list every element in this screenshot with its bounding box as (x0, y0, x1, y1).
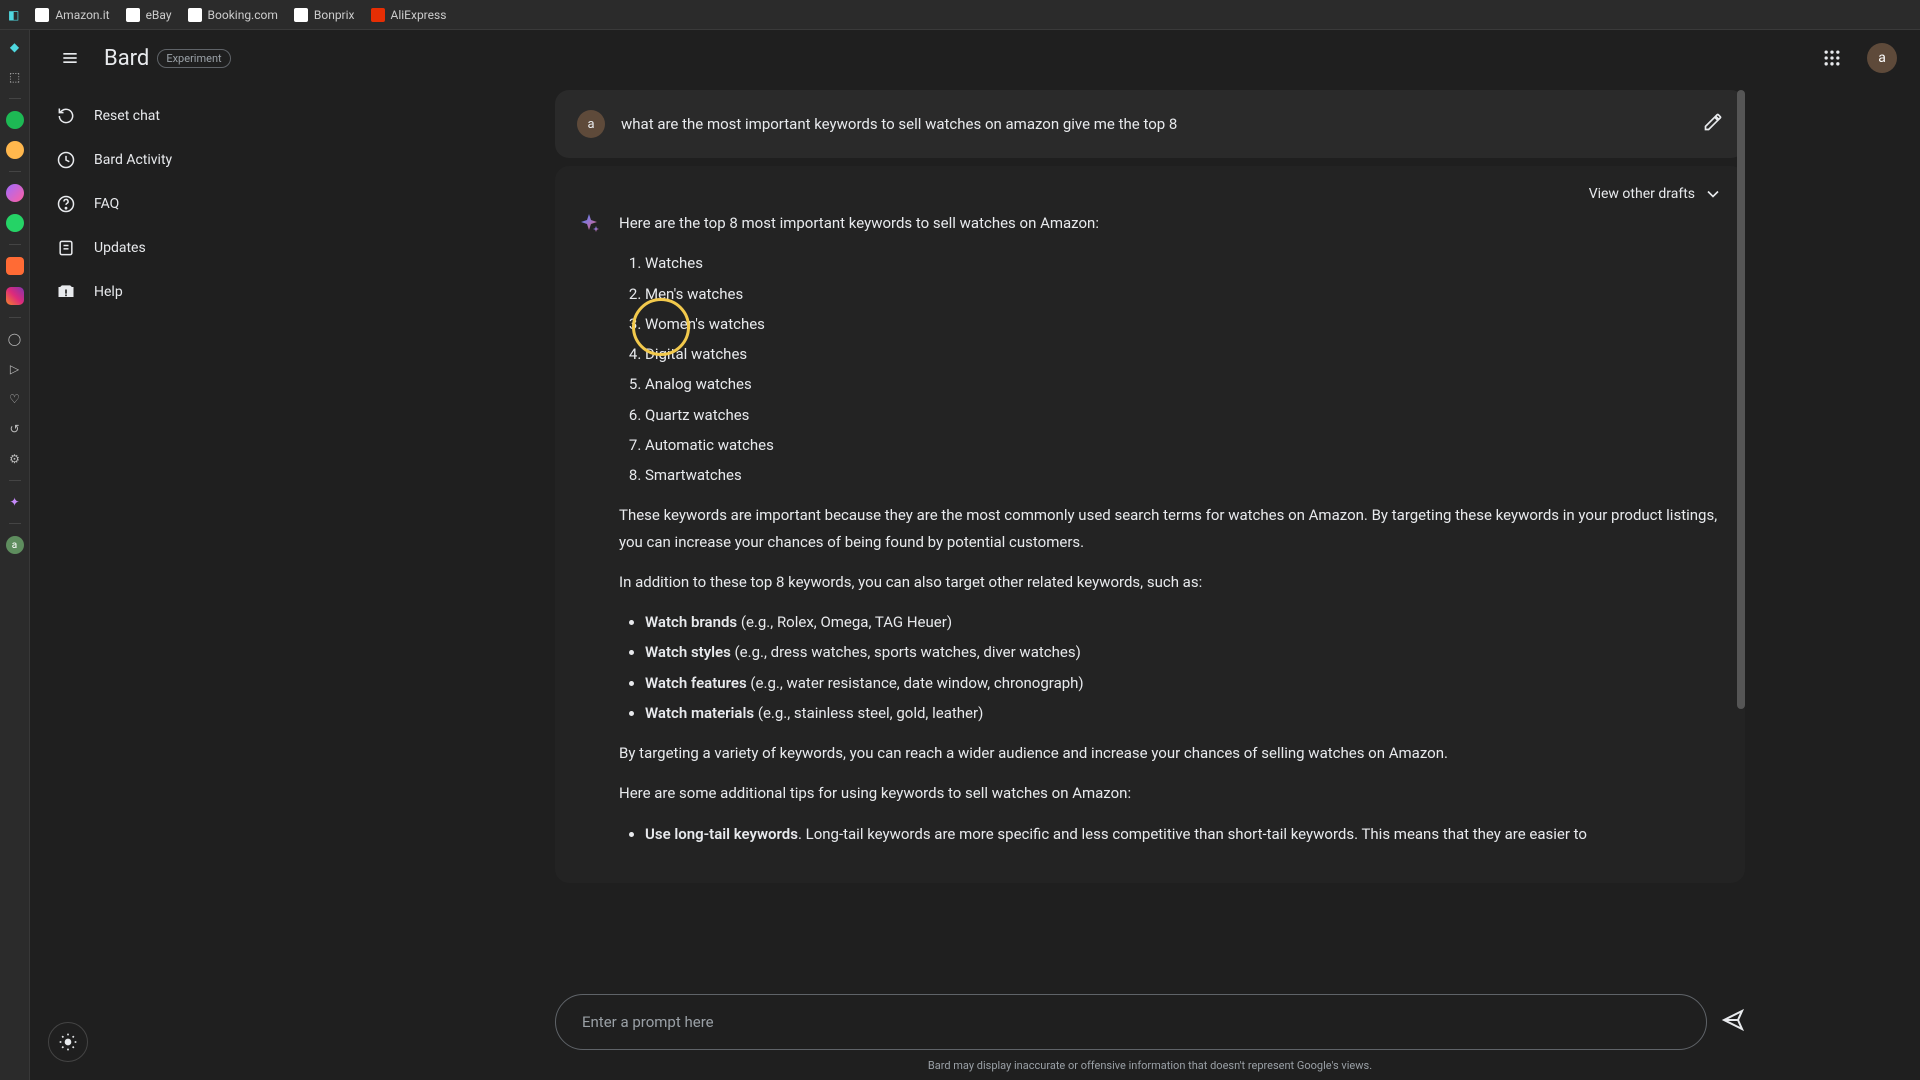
sidebar-item-label: FAQ (94, 196, 119, 212)
response-card: View other drafts Here are the top 8 mos… (555, 166, 1745, 883)
keyword-list: Watches Men's watches Women's watches Digit… (645, 250, 1723, 488)
rail-app-icon[interactable] (6, 141, 24, 159)
prompt-input[interactable]: Enter a prompt here (555, 994, 1707, 1050)
experiment-badge: Experiment (157, 49, 230, 68)
related-keyword-list: Watch brands (e.g., Rolex, Omega, TAG He… (645, 609, 1723, 726)
google-apps-button[interactable] (1814, 40, 1850, 76)
avatar-initial: a (1867, 43, 1897, 73)
related-list-item: Watch styles (e.g., dress watches, sport… (645, 639, 1723, 665)
bookmark-item[interactable]: Booking.com (188, 8, 278, 22)
response-intro: Here are the top 8 most important keywor… (619, 210, 1723, 236)
related-list-item: Watch materials (e.g., stainless steel, … (645, 700, 1723, 726)
rail-play-icon[interactable]: ▷ (6, 360, 24, 378)
rail-history-icon[interactable]: ↺ (6, 420, 24, 438)
response-text: Here are the top 8 most important keywor… (619, 210, 1723, 861)
sidebar-item-label: Reset chat (94, 108, 160, 124)
reset-icon (56, 106, 76, 126)
rail-instagram-icon[interactable] (6, 287, 24, 305)
response-paragraph: These keywords are important because the… (619, 502, 1723, 555)
faq-icon (56, 194, 76, 214)
keyword-list-item: Men's watches (645, 281, 1723, 307)
rail-sparkle-icon[interactable]: ✦ (6, 493, 24, 511)
rail-home-icon[interactable]: ◆ (6, 38, 24, 56)
sidebar-item-reset-chat[interactable]: Reset chat (38, 96, 372, 136)
sidebar-item-label: Bard Activity (94, 152, 172, 168)
chat-scroll-area[interactable]: a what are the most important keywords t… (555, 90, 1745, 974)
updates-icon (56, 238, 76, 258)
user-message-row: a what are the most important keywords t… (555, 90, 1745, 158)
bookmark-label: Amazon.it (55, 8, 109, 22)
rail-whatsapp-icon[interactable] (6, 214, 24, 232)
browser-left-rail: ◆ ⬚ ◯ ▷ ♡ ↺ ⚙ ✦ a (0, 30, 30, 1080)
keyword-list-item: Automatic watches (645, 432, 1723, 458)
sidebar-item-label: Updates (94, 240, 146, 256)
help-icon (56, 282, 76, 302)
app-title-text: Bard (104, 46, 149, 71)
rail-messenger-icon[interactable] (6, 184, 24, 202)
disclaimer-text: Bard may display inaccurate or offensive… (928, 1059, 1372, 1072)
user-avatar: a (577, 110, 605, 138)
keyword-list-item: Digital watches (645, 341, 1723, 367)
activity-icon (56, 150, 76, 170)
sidebar-item-updates[interactable]: Updates (38, 228, 372, 268)
keyword-list-item: Analog watches (645, 371, 1723, 397)
bookmark-item[interactable]: eBay (126, 8, 172, 22)
bookmark-item[interactable]: Bonprix (294, 8, 355, 22)
pencil-icon (1703, 112, 1723, 132)
sidebar-item-faq[interactable]: FAQ (38, 184, 372, 224)
scrollbar-thumb[interactable] (1737, 90, 1745, 709)
tip-list-item: Use long-tail keywords. Long-tail keywor… (645, 821, 1723, 847)
bookmark-item[interactable]: Amazon.it (35, 8, 109, 22)
keyword-list-item: Watches (645, 250, 1723, 276)
view-drafts-label: View other drafts (1589, 186, 1695, 202)
rail-app-icon[interactable] (6, 111, 24, 129)
keyword-list-item: Women's watches (645, 311, 1723, 337)
app-header: Bard Experiment a (30, 30, 1920, 86)
rail-app-icon[interactable] (6, 257, 24, 275)
rail-heart-icon[interactable]: ♡ (6, 390, 24, 408)
bookmark-label: Booking.com (208, 8, 278, 22)
sidebar-toggle-icon[interactable]: ◧ (8, 8, 19, 22)
related-list-item: Watch features (e.g., water resistance, … (645, 670, 1723, 696)
bookmark-label: Bonprix (314, 8, 355, 22)
menu-button[interactable] (50, 38, 90, 78)
sidebar-item-bard-activity[interactable]: Bard Activity (38, 140, 372, 180)
sidebar-item-help[interactable]: Help (38, 272, 372, 312)
bookmark-item[interactable]: AliExpress (371, 8, 447, 22)
rail-avatar-icon[interactable]: a (6, 536, 24, 554)
rail-clock-icon[interactable]: ◯ (6, 330, 24, 348)
account-avatar-button[interactable]: a (1864, 40, 1900, 76)
prompt-input-row: Enter a prompt here (555, 994, 1745, 1050)
keyword-list-item: Quartz watches (645, 402, 1723, 428)
edit-prompt-button[interactable] (1703, 112, 1723, 136)
sidebar: Reset chat Bard Activity FAQ Updates Hel… (30, 86, 380, 1080)
bard-sparkle-icon (577, 212, 601, 236)
rail-settings-icon[interactable]: ⚙ (6, 450, 24, 468)
related-list-item: Watch brands (e.g., Rolex, Omega, TAG He… (645, 609, 1723, 635)
tips-list: Use long-tail keywords. Long-tail keywor… (645, 821, 1723, 847)
view-drafts-button[interactable]: View other drafts (577, 184, 1723, 204)
bookmark-label: eBay (146, 8, 172, 22)
prompt-placeholder: Enter a prompt here (582, 1013, 714, 1031)
main-content: a what are the most important keywords t… (380, 86, 1920, 1080)
sidebar-item-label: Help (94, 284, 123, 300)
browser-bookmark-bar: ◧ Amazon.it eBay Booking.com Bonprix AliExpre… (0, 0, 1920, 30)
send-icon (1721, 1008, 1745, 1032)
hamburger-icon (60, 48, 80, 68)
chevron-down-icon (1703, 184, 1723, 204)
app-title: Bard Experiment (104, 46, 231, 71)
response-paragraph: Here are some additional tips for using … (619, 780, 1723, 806)
bookmark-label: AliExpress (391, 8, 447, 22)
response-paragraph: In addition to these top 8 keywords, you… (619, 569, 1723, 595)
rail-app-icon[interactable]: ⬚ (6, 68, 24, 86)
keyword-list-item: Smartwatches (645, 462, 1723, 488)
light-mode-icon (58, 1032, 78, 1052)
send-button[interactable] (1721, 1008, 1745, 1036)
apps-grid-icon (1822, 48, 1842, 68)
user-prompt-text: what are the most important keywords to … (621, 115, 1687, 133)
response-paragraph: By targeting a variety of keywords, you … (619, 740, 1723, 766)
theme-toggle-button[interactable] (48, 1022, 88, 1062)
